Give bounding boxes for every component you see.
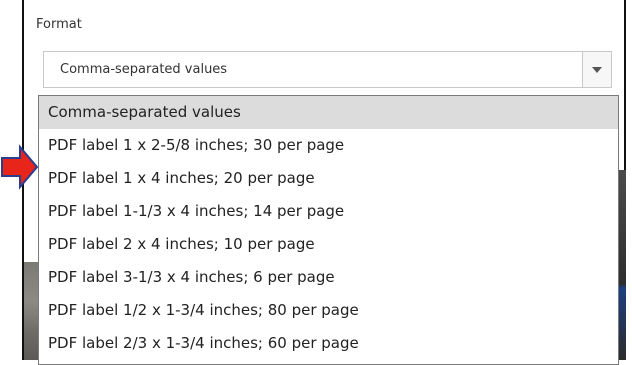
- dropdown-toggle-button[interactable]: [582, 52, 611, 87]
- format-label: Format: [36, 17, 82, 32]
- format-select-value: Comma-separated values: [60, 62, 228, 77]
- format-option[interactable]: PDF label 2/3 x 1-3/4 inches; 60 per pag…: [39, 327, 618, 360]
- format-select[interactable]: Comma-separated values: [43, 51, 612, 88]
- chevron-down-icon: [592, 67, 602, 73]
- background-map-fragment-right: [618, 170, 626, 360]
- format-option[interactable]: Comma-separated values: [39, 96, 618, 129]
- red-arrow-icon: [1, 144, 39, 190]
- format-option[interactable]: PDF label 1-1/3 x 4 inches; 14 per page: [39, 195, 618, 228]
- format-option[interactable]: PDF label 1 x 4 inches; 20 per page: [39, 162, 618, 195]
- format-options-list[interactable]: Comma-separated values PDF label 1 x 2-5…: [38, 95, 619, 365]
- format-option[interactable]: PDF label 2 x 4 inches; 10 per page: [39, 228, 618, 261]
- format-option[interactable]: PDF label 1/2 x 1-3/4 inches; 80 per pag…: [39, 294, 618, 327]
- format-option[interactable]: PDF label 1 x 2-5/8 inches; 30 per page: [39, 129, 618, 162]
- format-option[interactable]: PDF label 3-1/3 x 4 inches; 6 per page: [39, 261, 618, 294]
